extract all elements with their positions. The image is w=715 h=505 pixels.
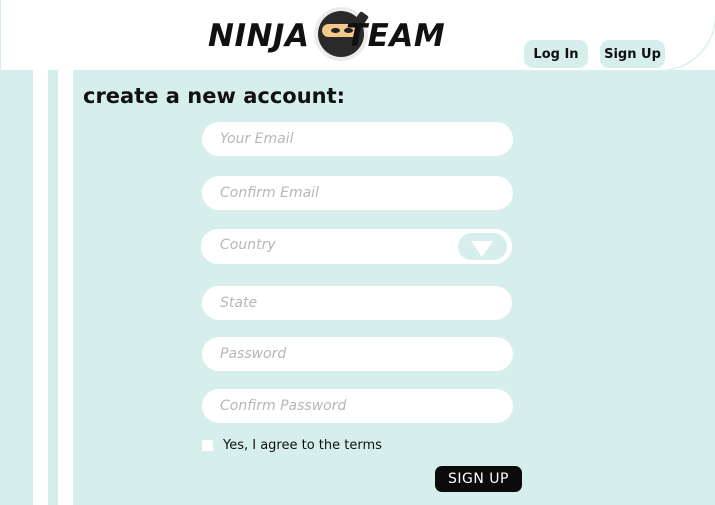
side-stripe [48,70,58,505]
signup-nav-button[interactable]: Sign Up [600,40,665,68]
header: NINJA TEAM Log In Sign Up [0,0,715,70]
confirm-email-field[interactable] [202,176,513,210]
chevron-down-icon[interactable] [458,233,507,260]
header-edge [0,0,1,70]
confirm-password-field[interactable] [202,389,513,423]
terms-checkbox[interactable] [202,440,213,451]
sign-up-submit-button[interactable]: SIGN UP [435,466,522,492]
logo-word-team: TEAM [346,18,446,54]
state-field[interactable] [202,286,512,320]
header-curve [660,0,715,70]
email-field[interactable] [202,122,513,156]
country-select-placeholder: Country [220,237,276,253]
password-field[interactable] [202,337,513,371]
page-title: create a new account: [83,84,346,108]
logo-word-ninja: NINJA [208,18,310,54]
login-button[interactable]: Log In [524,40,588,68]
side-stripe [0,70,33,505]
terms-label: Yes, I agree to the terms [223,438,382,453]
country-select[interactable]: Country [201,229,512,264]
logo[interactable]: NINJA TEAM [206,2,468,66]
